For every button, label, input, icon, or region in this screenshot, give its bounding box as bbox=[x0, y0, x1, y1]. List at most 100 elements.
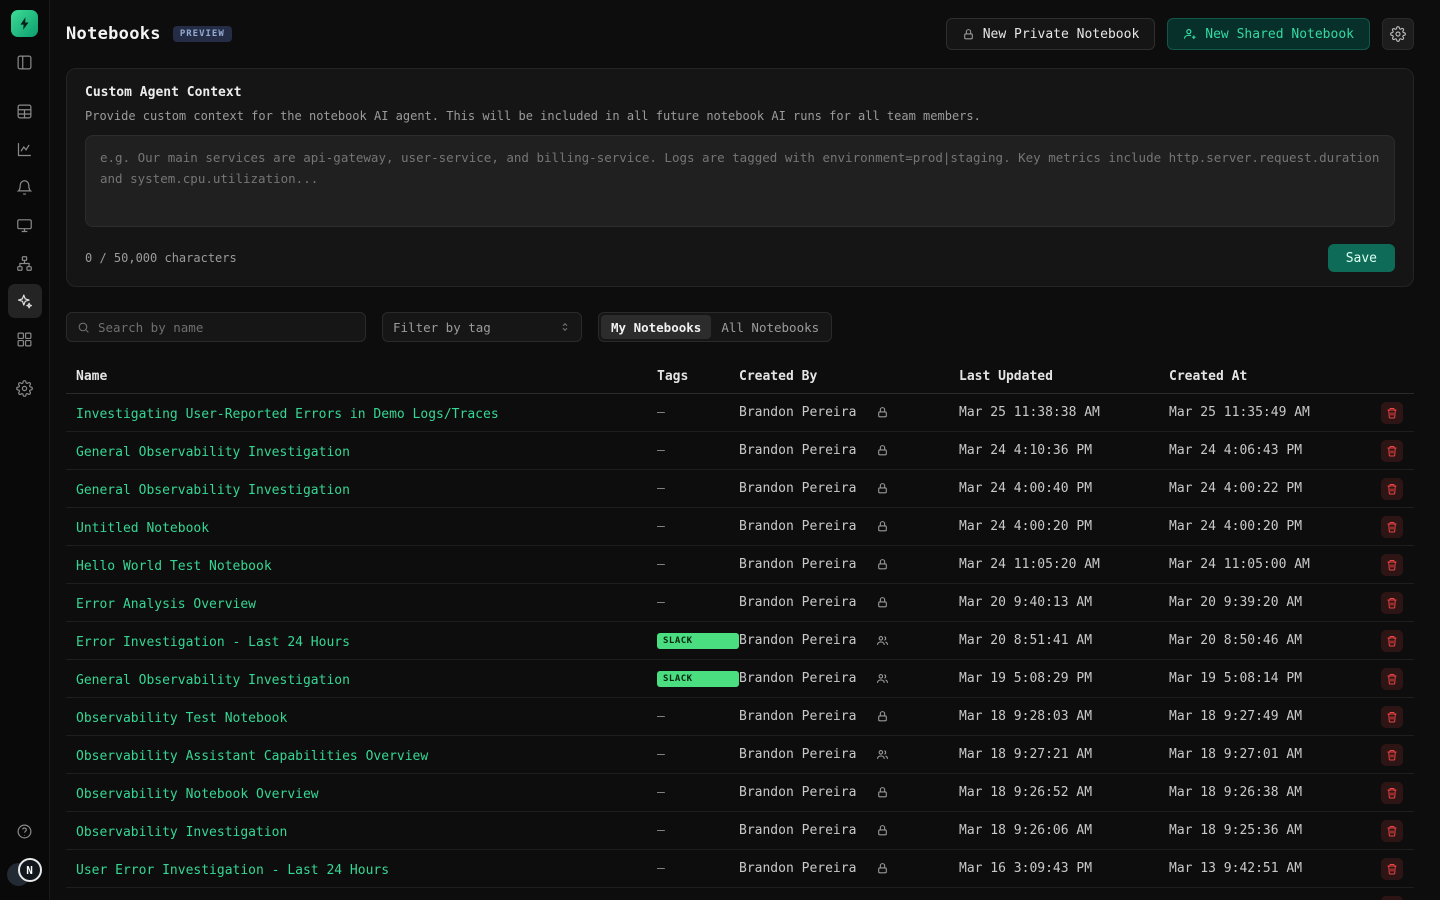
created-at: Mar 24 4:00:22 PM bbox=[1169, 481, 1381, 496]
table-row: Observability Investigation — Brandon Pe… bbox=[66, 812, 1414, 850]
agent-context-textarea[interactable] bbox=[85, 135, 1395, 227]
created-by-name: Brandon Pereira bbox=[739, 747, 856, 762]
apps-icon[interactable] bbox=[8, 322, 42, 356]
notebook-name-cell: General Observability Investigation bbox=[76, 441, 657, 460]
delete-notebook-button[interactable] bbox=[1381, 402, 1403, 424]
filter-row: Filter by tag My Notebooks All Notebooks bbox=[66, 312, 1414, 342]
search-icon bbox=[77, 321, 90, 334]
last-updated: Mar 24 4:10:36 PM bbox=[959, 443, 1169, 458]
tag-filter-label: Filter by tag bbox=[393, 320, 491, 335]
trash-icon bbox=[1386, 559, 1398, 571]
new-shared-notebook-button[interactable]: New Shared Notebook bbox=[1167, 18, 1370, 50]
created-by-cell: Brandon Pereira bbox=[739, 861, 959, 876]
created-by-cell: Brandon Pereira bbox=[739, 595, 959, 610]
notebook-tag: — bbox=[657, 595, 665, 610]
created-at: Mar 24 4:00:20 PM bbox=[1169, 519, 1381, 534]
notebook-name-link[interactable]: General Observability Investigation bbox=[76, 673, 350, 688]
user-plus-icon bbox=[1183, 27, 1197, 41]
user-avatar[interactable]: N bbox=[7, 858, 43, 886]
notebook-name-cell: Hello World Test Notebook bbox=[76, 555, 657, 574]
tag-filter-select[interactable]: Filter by tag bbox=[382, 312, 582, 342]
notebook-name-link[interactable]: Error Analysis Overview bbox=[76, 597, 256, 612]
charts-icon[interactable] bbox=[8, 132, 42, 166]
trash-icon bbox=[1386, 787, 1398, 799]
help-icon[interactable] bbox=[8, 814, 42, 848]
created-by-name: Brandon Pereira bbox=[739, 443, 856, 458]
created-at: Mar 20 9:39:20 AM bbox=[1169, 595, 1381, 610]
created-at: Mar 20 8:50:46 AM bbox=[1169, 633, 1381, 648]
notebook-name-link[interactable]: Error Investigation - Last 24 Hours bbox=[76, 635, 350, 650]
delete-notebook-button[interactable] bbox=[1381, 706, 1403, 728]
delete-notebook-button[interactable] bbox=[1381, 668, 1403, 690]
trash-icon bbox=[1386, 597, 1398, 609]
created-at: Mar 18 9:27:01 AM bbox=[1169, 747, 1381, 762]
delete-notebook-button[interactable] bbox=[1381, 440, 1403, 462]
delete-notebook-button[interactable] bbox=[1381, 630, 1403, 652]
app-root: N Notebooks PREVIEW New Private Notebook… bbox=[0, 0, 1440, 900]
notebook-name-link[interactable]: Investigating User-Reported Errors in De… bbox=[76, 407, 499, 422]
notebook-name-link[interactable]: General Observability Investigation bbox=[76, 445, 350, 460]
trash-icon bbox=[1386, 711, 1398, 723]
delete-notebook-button[interactable] bbox=[1381, 516, 1403, 538]
notebook-tag: — bbox=[657, 443, 665, 458]
lock-icon bbox=[876, 786, 889, 799]
last-updated: Mar 18 9:28:03 AM bbox=[959, 709, 1169, 724]
created-at: Mar 18 9:27:49 AM bbox=[1169, 709, 1381, 724]
context-card-title: Custom Agent Context bbox=[85, 85, 1395, 100]
created-by-name: Brandon Pereira bbox=[739, 481, 856, 496]
monitors-icon[interactable] bbox=[8, 208, 42, 242]
created-by-name: Brandon Pereira bbox=[739, 519, 856, 534]
created-by-name: Brandon Pereira bbox=[739, 709, 856, 724]
character-count: 0 / 50,000 characters bbox=[85, 251, 237, 265]
table-row: General Observability Investigation SLAC… bbox=[66, 660, 1414, 698]
settings-icon[interactable] bbox=[8, 371, 42, 405]
created-by-cell: Brandon Pereira bbox=[739, 633, 959, 648]
created-by-cell: Brandon Pereira bbox=[739, 481, 959, 496]
save-button[interactable]: Save bbox=[1328, 244, 1395, 272]
notebook-name-link[interactable]: Observability Notebook Overview bbox=[76, 787, 319, 802]
notebook-name-link[interactable]: User Error Investigation - Last 24 Hours bbox=[76, 863, 389, 878]
delete-notebook-button[interactable] bbox=[1381, 554, 1403, 576]
gear-icon bbox=[1390, 26, 1406, 42]
avatar-initial[interactable]: N bbox=[18, 858, 42, 882]
my-notebooks-tab[interactable]: My Notebooks bbox=[601, 315, 711, 339]
last-updated: Mar 18 9:27:21 AM bbox=[959, 747, 1169, 762]
delete-notebook-button[interactable] bbox=[1381, 592, 1403, 614]
notebook-tag: — bbox=[657, 861, 665, 876]
table-row: Error Investigation - Last 24 Hours SLAC… bbox=[66, 622, 1414, 660]
created-by-name: Brandon Pereira bbox=[739, 861, 856, 876]
flows-icon[interactable] bbox=[8, 246, 42, 280]
notebook-name-link[interactable]: Observability Test Notebook bbox=[76, 711, 287, 726]
lock-icon bbox=[876, 444, 889, 457]
created-at: Mar 18 9:26:38 AM bbox=[1169, 785, 1381, 800]
column-header-created-by: Created By bbox=[739, 369, 959, 384]
notebook-settings-button[interactable] bbox=[1382, 18, 1414, 50]
notebook-name-cell: Observability Assistant Capabilities Ove… bbox=[76, 745, 657, 764]
delete-notebook-button[interactable] bbox=[1381, 782, 1403, 804]
all-notebooks-tab[interactable]: All Notebooks bbox=[711, 315, 829, 339]
notebook-name-link[interactable]: Observability Investigation bbox=[76, 825, 287, 840]
notebook-name-link[interactable]: Observability Assistant Capabilities Ove… bbox=[76, 749, 428, 764]
delete-notebook-button[interactable] bbox=[1381, 858, 1403, 880]
created-by-cell: Brandon Pereira bbox=[739, 557, 959, 572]
alerts-icon[interactable] bbox=[8, 170, 42, 204]
delete-notebook-button[interactable] bbox=[1381, 744, 1403, 766]
page-header: Notebooks PREVIEW New Private Notebook N… bbox=[66, 18, 1414, 50]
notebook-name-link[interactable]: Untitled Notebook bbox=[76, 521, 209, 536]
dashboards-icon[interactable] bbox=[8, 45, 42, 79]
new-private-notebook-button[interactable]: New Private Notebook bbox=[946, 18, 1156, 50]
delete-notebook-button[interactable] bbox=[1381, 896, 1403, 900]
delete-notebook-button[interactable] bbox=[1381, 820, 1403, 842]
notebook-name-link[interactable]: Hello World Test Notebook bbox=[76, 559, 272, 574]
table-row: General Observability Investigation — Br… bbox=[66, 432, 1414, 470]
lock-icon bbox=[876, 406, 889, 419]
created-at: Mar 19 5:08:14 PM bbox=[1169, 671, 1381, 686]
ai-notebooks-icon[interactable] bbox=[8, 284, 42, 318]
app-logo-icon[interactable] bbox=[11, 10, 38, 37]
datasets-icon[interactable] bbox=[8, 94, 42, 128]
search-input[interactable] bbox=[98, 320, 355, 335]
created-by-name: Brandon Pereira bbox=[739, 595, 856, 610]
delete-notebook-button[interactable] bbox=[1381, 478, 1403, 500]
trash-icon bbox=[1386, 749, 1398, 761]
notebook-name-link[interactable]: General Observability Investigation bbox=[76, 483, 350, 498]
